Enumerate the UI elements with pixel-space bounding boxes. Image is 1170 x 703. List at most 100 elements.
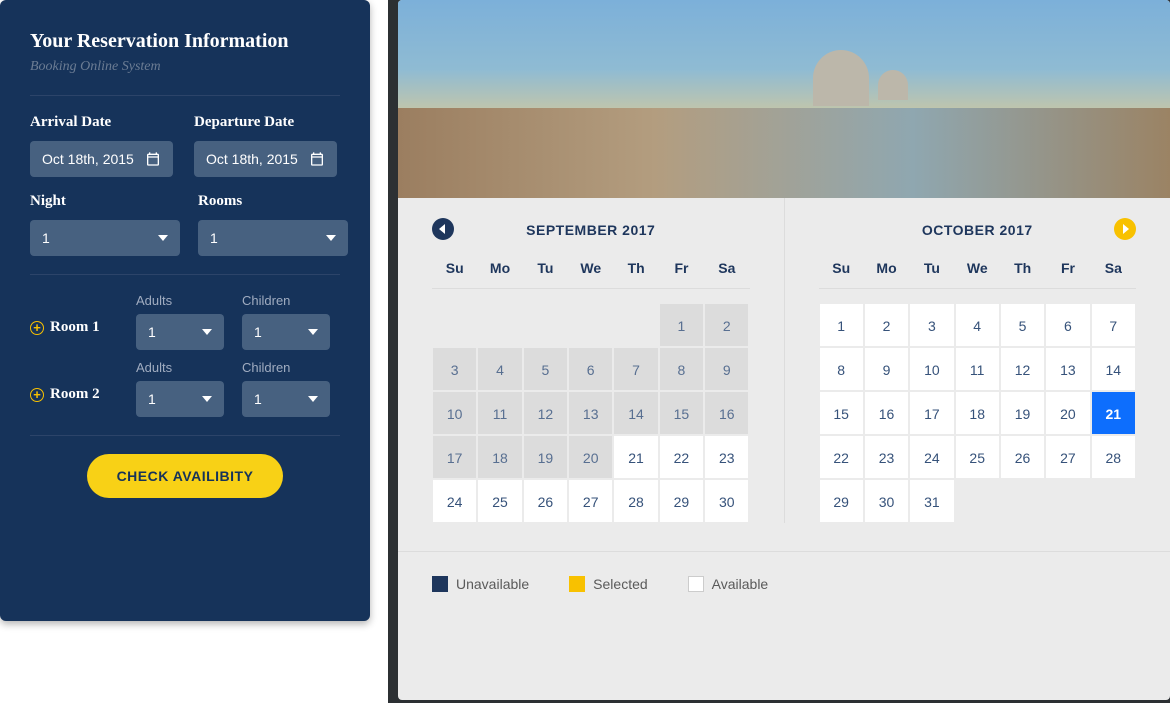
calendar-day[interactable]: 3	[909, 303, 954, 347]
calendar-day[interactable]: 10	[909, 347, 954, 391]
calendar-day[interactable]: 23	[704, 435, 749, 479]
month-title: OCTOBER 2017	[819, 222, 1137, 238]
calendar-day[interactable]: 12	[1000, 347, 1045, 391]
next-month-button[interactable]	[1114, 218, 1136, 240]
calendar-day[interactable]: 8	[819, 347, 864, 391]
calendar-day[interactable]: 22	[659, 435, 704, 479]
day-of-week: Mo	[477, 260, 522, 276]
departure-date-input[interactable]: Oct 18th, 2015	[194, 141, 337, 177]
reservation-sidebar: Your Reservation Information Booking Onl…	[0, 0, 370, 621]
calendar-empty-cell	[568, 303, 613, 347]
calendar-day[interactable]: 11	[955, 347, 1000, 391]
prev-month-button[interactable]	[432, 218, 454, 240]
calendar-day[interactable]: 6	[1045, 303, 1090, 347]
chevron-down-icon	[308, 329, 318, 335]
calendar-day[interactable]: 19	[1000, 391, 1045, 435]
calendar-day[interactable]: 28	[1091, 435, 1136, 479]
calendar-day: 14	[613, 391, 658, 435]
night-label: Night	[30, 193, 180, 210]
plus-circle-icon[interactable]: +	[30, 388, 44, 402]
children-select[interactable]: 1	[242, 314, 330, 350]
calendar-icon	[309, 151, 325, 167]
calendar-day[interactable]: 18	[955, 391, 1000, 435]
calendar-day: 2	[704, 303, 749, 347]
calendar-day[interactable]: 5	[1000, 303, 1045, 347]
day-of-week: Fr	[659, 260, 704, 276]
calendar-area: SEPTEMBER 2017SuMoTuWeThFrSa123456789101…	[398, 198, 1170, 523]
calendar-day[interactable]: 24	[909, 435, 954, 479]
calendar-day[interactable]: 16	[864, 391, 909, 435]
calendar-day[interactable]: 14	[1091, 347, 1136, 391]
calendar-day[interactable]: 22	[819, 435, 864, 479]
departure-label: Departure Date	[194, 114, 340, 131]
calendar-day[interactable]: 26	[1000, 435, 1045, 479]
day-of-week: Th	[1000, 260, 1045, 276]
calendar-day: 20	[568, 435, 613, 479]
calendar-day: 8	[659, 347, 704, 391]
calendar-day[interactable]: 1	[819, 303, 864, 347]
calendar-day[interactable]: 17	[909, 391, 954, 435]
calendar-day[interactable]: 20	[1045, 391, 1090, 435]
day-of-week-row: SuMoTuWeThFrSa	[819, 260, 1137, 289]
calendar-day[interactable]: 9	[864, 347, 909, 391]
swatch-selected	[569, 576, 585, 592]
day-of-week: Tu	[523, 260, 568, 276]
calendar-day[interactable]: 21	[1091, 391, 1136, 435]
calendar-day[interactable]: 15	[819, 391, 864, 435]
calendar-day: 4	[477, 347, 522, 391]
arrival-date-input[interactable]: Oct 18th, 2015	[30, 141, 173, 177]
calendar-pane: OCTOBER 2017SuMoTuWeThFrSa12345678910111…	[785, 198, 1170, 523]
chevron-down-icon	[202, 329, 212, 335]
arrival-label: Arrival Date	[30, 114, 176, 131]
chevron-down-icon	[202, 396, 212, 402]
calendar-day[interactable]: 29	[819, 479, 864, 523]
calendar-day: 5	[523, 347, 568, 391]
room-label: +Room 2	[30, 386, 118, 403]
rooms-select[interactable]: 1	[198, 220, 348, 256]
calendar-day[interactable]: 27	[568, 479, 613, 523]
legend-selected: Selected	[569, 576, 647, 592]
room-block: +Room 1Adults1Children1	[30, 293, 340, 350]
calendar-grid: 1234567891011121314151617181920212223242…	[432, 303, 750, 523]
calendar-day[interactable]: 30	[864, 479, 909, 523]
calendar-day[interactable]: 24	[432, 479, 477, 523]
day-of-week: We	[568, 260, 613, 276]
calendar-empty-cell	[613, 303, 658, 347]
adults-label: Adults	[136, 293, 224, 308]
night-value: 1	[42, 230, 50, 246]
calendar-day: 10	[432, 391, 477, 435]
legend-unavailable: Unavailable	[432, 576, 529, 592]
calendar-day[interactable]: 21	[613, 435, 658, 479]
calendar-day[interactable]: 7	[1091, 303, 1136, 347]
calendar-day[interactable]: 26	[523, 479, 568, 523]
month-title: SEPTEMBER 2017	[432, 222, 750, 238]
calendar-icon	[145, 151, 161, 167]
divider	[30, 274, 340, 275]
adults-select[interactable]: 1	[136, 314, 224, 350]
calendar-day[interactable]: 31	[909, 479, 954, 523]
children-select[interactable]: 1	[242, 381, 330, 417]
calendar-day[interactable]: 23	[864, 435, 909, 479]
adults-label: Adults	[136, 360, 224, 375]
calendar-day: 9	[704, 347, 749, 391]
night-select[interactable]: 1	[30, 220, 180, 256]
calendar-day[interactable]: 30	[704, 479, 749, 523]
calendar-day[interactable]: 29	[659, 479, 704, 523]
day-of-week: We	[955, 260, 1000, 276]
rooms-value: 1	[210, 230, 218, 246]
calendar-day[interactable]: 13	[1045, 347, 1090, 391]
calendar-day[interactable]: 25	[955, 435, 1000, 479]
calendar-day[interactable]: 2	[864, 303, 909, 347]
day-of-week: Fr	[1045, 260, 1090, 276]
children-label: Children	[242, 360, 330, 375]
hero-image	[398, 0, 1170, 198]
calendar-day[interactable]: 27	[1045, 435, 1090, 479]
swatch-available	[688, 576, 704, 592]
calendar-day[interactable]: 25	[477, 479, 522, 523]
calendar-day[interactable]: 28	[613, 479, 658, 523]
check-availability-button[interactable]: CHECK AVAILIBITY	[87, 454, 284, 498]
calendar-day: 12	[523, 391, 568, 435]
calendar-day[interactable]: 4	[955, 303, 1000, 347]
adults-select[interactable]: 1	[136, 381, 224, 417]
plus-circle-icon[interactable]: +	[30, 321, 44, 335]
